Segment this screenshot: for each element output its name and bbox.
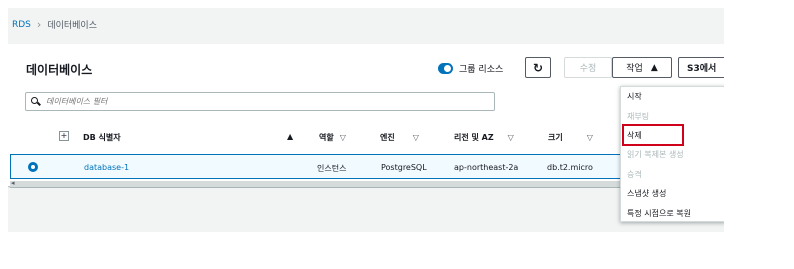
- breadcrumb-current: 데이터베이스: [47, 21, 97, 31]
- chevron-right-icon: ›: [36, 18, 42, 31]
- refresh-icon: ↻: [532, 60, 544, 75]
- expand-all-icon[interactable]: +: [59, 131, 69, 141]
- column-header-size[interactable]: 크기 ▽: [548, 132, 593, 143]
- database-filter[interactable]: [25, 92, 495, 111]
- menu-item-restore-point-in-time[interactable]: 특정 시점으로 복원: [621, 203, 724, 222]
- breadcrumb: RDS › 데이터베이스: [12, 18, 97, 31]
- breadcrumb-rds-link[interactable]: RDS: [12, 20, 31, 30]
- group-resources-label: 그룹 리소스: [459, 65, 504, 75]
- delete-highlight-box: [622, 124, 684, 146]
- menu-item-start[interactable]: 시작: [621, 87, 724, 106]
- actions-dropdown-menu: 시작 재부팅 삭제 읽기 복제본 생성 승격 스냅샷 생성 특정 시점으로 복원: [620, 86, 724, 222]
- column-label: 역할: [319, 133, 334, 142]
- size-cell: db.t2.micro: [547, 163, 593, 172]
- menu-item-promote[interactable]: 승격: [621, 165, 724, 184]
- sort-icon: ▽: [339, 133, 346, 142]
- db-identifier-link[interactable]: database-1: [84, 163, 129, 172]
- region-cell: ap-northeast-2a: [454, 163, 519, 172]
- column-label: 엔진: [380, 133, 395, 142]
- rds-console: RDS › 데이터베이스 데이터베이스 그룹 리소스 ↻ 수정 작업 ▲ S3에…: [8, 8, 724, 232]
- column-label: 크기: [548, 133, 563, 142]
- menu-item-create-read-replica[interactable]: 읽기 복제본 생성: [621, 145, 724, 164]
- menu-item-take-snapshot[interactable]: 스냅샷 생성: [621, 184, 724, 203]
- column-header-region[interactable]: 리전 및 AZ ▽: [454, 132, 514, 143]
- column-label: DB 식별자: [83, 133, 121, 142]
- sort-icon: ▽: [412, 133, 419, 142]
- sort-ascending-icon[interactable]: ▲: [287, 132, 293, 141]
- column-header-db-identifier[interactable]: DB 식별자: [83, 132, 121, 143]
- actions-button[interactable]: 작업 ▲: [612, 57, 672, 78]
- role-cell: 인스턴스: [317, 164, 347, 173]
- scroll-left-icon[interactable]: ◂: [11, 179, 15, 187]
- search-icon: [31, 97, 40, 106]
- engine-cell: PostgreSQL: [381, 163, 427, 172]
- row-select-radio[interactable]: [28, 162, 38, 172]
- search-input[interactable]: [46, 97, 466, 106]
- horizontal-scrollbar[interactable]: ◂: [10, 179, 722, 188]
- sort-icon: ▽: [586, 133, 593, 142]
- group-resources-toggle[interactable]: 그룹 리소스: [438, 62, 503, 75]
- table-row[interactable]: database-1 인스턴스 PostgreSQL ap-northeast-…: [10, 154, 724, 179]
- column-header-engine[interactable]: 엔진 ▽: [380, 132, 419, 143]
- toggle-icon[interactable]: [438, 63, 453, 74]
- databases-panel: 데이터베이스 그룹 리소스 ↻ 수정 작업 ▲ S3에서 + DB 식별자 ▲ …: [8, 44, 724, 188]
- edit-button[interactable]: 수정: [564, 57, 612, 78]
- column-header-role[interactable]: 역할 ▽: [319, 132, 346, 143]
- menu-item-reboot[interactable]: 재부팅: [621, 106, 724, 125]
- caret-up-icon: ▲: [650, 62, 658, 73]
- column-label: 리전 및 AZ: [454, 133, 494, 142]
- table-header: + DB 식별자 ▲ 역할 ▽ 엔진 ▽ 리전 및 AZ ▽ 크기 ▽: [8, 122, 724, 154]
- refresh-button[interactable]: ↻: [525, 57, 551, 78]
- page-title: 데이터베이스: [26, 63, 93, 77]
- restore-from-s3-button[interactable]: S3에서: [678, 57, 724, 78]
- sort-icon: ▽: [507, 133, 514, 142]
- actions-label: 작업: [626, 64, 643, 74]
